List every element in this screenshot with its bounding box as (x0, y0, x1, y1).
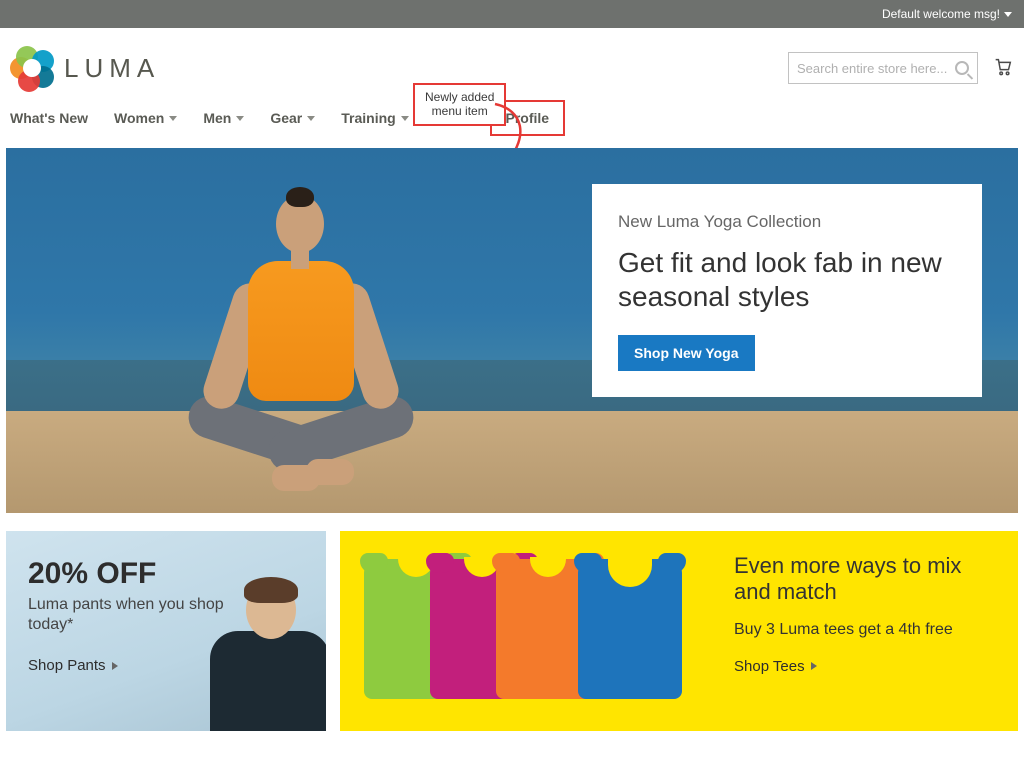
header: LUMA (0, 28, 1024, 98)
nav-men[interactable]: Men (203, 110, 244, 126)
nav-label: Women (114, 110, 164, 126)
search-input[interactable] (797, 61, 955, 76)
nav-label: Training (341, 110, 395, 126)
nav-training[interactable]: Training (341, 110, 408, 126)
chevron-down-icon (401, 116, 409, 121)
promo-image (186, 581, 326, 731)
welcome-dropdown[interactable]: Default welcome msg! (882, 7, 1012, 21)
promo-image (364, 553, 664, 713)
hero-eyebrow: New Luma Yoga Collection (618, 212, 956, 232)
chevron-down-icon (236, 116, 244, 121)
search-box[interactable] (788, 52, 978, 84)
hero-banner[interactable]: New Luma Yoga Collection Get fit and loo… (6, 148, 1018, 513)
cart-icon[interactable] (992, 55, 1014, 82)
chevron-down-icon (307, 116, 315, 121)
link-label: Shop Tees (734, 658, 805, 675)
logo[interactable]: LUMA (10, 46, 160, 90)
annotation-line1: Newly added (425, 90, 494, 104)
hero-title: Get fit and look fab in new seasonal sty… (618, 246, 956, 313)
nav-label: Men (203, 110, 231, 126)
promo-pants[interactable]: 20% OFF Luma pants when you shop today* … (6, 531, 326, 731)
hero-image (156, 183, 456, 513)
promo-subtitle: Buy 3 Luma tees get a 4th free (734, 620, 994, 640)
promo-row: 20% OFF Luma pants when you shop today* … (6, 531, 1018, 731)
brand-name: LUMA (64, 53, 160, 84)
nav-label: Gear (270, 110, 302, 126)
chevron-right-icon (811, 662, 817, 670)
hero-cta-button[interactable]: Shop New Yoga (618, 335, 755, 371)
welcome-text: Default welcome msg! (882, 7, 1000, 21)
nav-women[interactable]: Women (114, 110, 177, 126)
logo-icon (10, 46, 54, 90)
promo-title: Even more ways to mix and match (734, 553, 994, 606)
chevron-down-icon (169, 116, 177, 121)
chevron-down-icon (1004, 12, 1012, 17)
nav-gear[interactable]: Gear (270, 110, 315, 126)
annotation-line2: menu item (425, 104, 494, 118)
link-label: Shop Pants (28, 657, 106, 674)
shop-tees-link[interactable]: Shop Tees (734, 658, 994, 675)
top-bar: Default welcome msg! (0, 0, 1024, 28)
promo-tees[interactable]: Even more ways to mix and match Buy 3 Lu… (340, 531, 1018, 731)
search-icon[interactable] (955, 61, 969, 75)
nav-label: What's New (10, 110, 88, 126)
nav-whats-new[interactable]: What's New (10, 110, 88, 126)
hero-card: New Luma Yoga Collection Get fit and loo… (592, 184, 982, 397)
chevron-right-icon (112, 662, 118, 670)
